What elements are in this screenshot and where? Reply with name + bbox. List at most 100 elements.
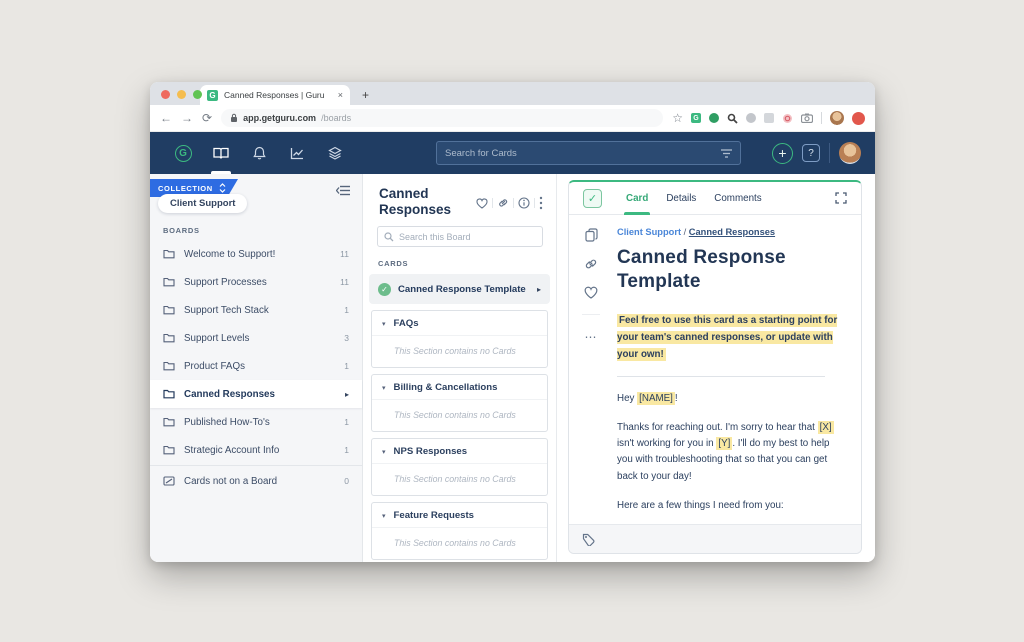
search-extension-icon[interactable] xyxy=(727,113,738,124)
guru-logo[interactable]: G xyxy=(164,132,202,174)
green-extension-icon[interactable] xyxy=(709,113,719,123)
info-icon[interactable] xyxy=(518,197,530,209)
verify-checkbox[interactable]: ✓ xyxy=(583,189,602,208)
folder-icon xyxy=(163,249,175,259)
global-search[interactable] xyxy=(436,141,741,165)
user-avatar[interactable] xyxy=(839,142,861,164)
more-options-icon[interactable]: ⋯ xyxy=(585,330,598,344)
board-count: 1 xyxy=(344,445,349,455)
board-search[interactable] xyxy=(377,226,543,247)
spacer xyxy=(617,485,839,498)
copy-link-icon[interactable] xyxy=(497,197,509,209)
new-tab-button[interactable]: + xyxy=(362,88,369,102)
section-header[interactable]: ▾ FAQs xyxy=(372,311,547,336)
list-intro-line: Here are a few things I need from you: xyxy=(617,498,839,514)
browser-window: G Canned Responses | Guru × + ← → ⟳ app.… xyxy=(150,82,875,562)
analytics-chart-icon[interactable] xyxy=(278,132,316,174)
minimize-window-button[interactable] xyxy=(177,90,186,99)
folder-icon xyxy=(163,445,175,455)
card-container: ✓ Card Details Comments ⋯ xyxy=(568,180,862,554)
global-search-input[interactable] xyxy=(445,148,721,159)
url-host: app.getguru.com xyxy=(243,113,316,123)
section-feature-requests: ▾ Feature Requests This Section contains… xyxy=(371,502,548,560)
toolbar-divider xyxy=(821,112,822,124)
gray-square-extension-icon[interactable] xyxy=(764,113,774,123)
profile-badge[interactable] xyxy=(852,112,865,125)
tag-icon[interactable] xyxy=(582,533,595,546)
back-icon[interactable]: ← xyxy=(160,112,172,124)
tab-card[interactable]: Card xyxy=(626,182,648,215)
folder-icon xyxy=(163,389,175,399)
card-detail-panel: ✓ Card Details Comments ⋯ xyxy=(557,174,875,562)
search-filter-icon[interactable] xyxy=(721,149,732,158)
create-card-button[interactable]: + xyxy=(772,143,793,164)
board-count: 11 xyxy=(340,249,349,259)
tab-details[interactable]: Details xyxy=(666,182,696,215)
tab-title: Canned Responses | Guru xyxy=(224,90,332,100)
zoom-window-button[interactable] xyxy=(193,90,202,99)
camera-extension-icon[interactable] xyxy=(801,113,813,123)
notifications-bell-icon[interactable] xyxy=(240,132,278,174)
collection-pill[interactable]: Client Support xyxy=(158,194,247,213)
sidebar-item-canned-responses[interactable]: Canned Responses ▸ xyxy=(150,380,362,408)
sidebar-item-support-processes[interactable]: Support Processes 11 xyxy=(150,268,362,296)
chevron-down-icon: ▾ xyxy=(382,512,386,520)
toolbar-avatar[interactable] xyxy=(830,111,844,125)
boards-nav-icon[interactable] xyxy=(202,132,240,174)
kebab-menu-icon[interactable] xyxy=(539,196,543,210)
guru-favicon: G xyxy=(207,90,218,101)
sidebar-item-welcome-to-support[interactable]: Welcome to Support! 11 xyxy=(150,240,362,268)
board-actions xyxy=(476,186,543,217)
lock-icon xyxy=(230,113,238,123)
gray-dot-extension-icon[interactable] xyxy=(746,113,756,123)
highlighted-text: [Y] xyxy=(716,437,732,450)
folder-icon xyxy=(163,417,175,427)
favorite-heart-icon[interactable] xyxy=(584,286,598,299)
sidebar-item-support-tech-stack[interactable]: Support Tech Stack 1 xyxy=(150,296,362,324)
favorite-heart-icon[interactable] xyxy=(476,198,488,209)
browser-tab[interactable]: G Canned Responses | Guru × xyxy=(200,85,350,105)
board-search-input[interactable] xyxy=(399,232,536,242)
browser-tab-strip: G Canned Responses | Guru × + xyxy=(150,82,875,105)
section-header[interactable]: ▾ Feature Requests xyxy=(372,503,547,528)
sidebar-item-published-how-tos[interactable]: Published How-To's 1 xyxy=(150,408,362,436)
url-field[interactable]: app.getguru.com/boards xyxy=(221,109,663,127)
section-header[interactable]: ▾ NPS Responses xyxy=(372,439,547,464)
copy-link-icon[interactable] xyxy=(584,257,598,271)
tab-close-icon[interactable]: × xyxy=(338,90,343,100)
boards-section-label: BOARDS xyxy=(163,226,200,235)
pink-extension-icon[interactable] xyxy=(782,113,793,124)
forward-icon[interactable]: → xyxy=(181,112,193,124)
sidebar-item-support-levels[interactable]: Support Levels 3 xyxy=(150,324,362,352)
breadcrumb: Client Support / Canned Responses xyxy=(617,227,839,237)
layers-stack-icon[interactable] xyxy=(316,132,354,174)
breadcrumb-collection-link[interactable]: Client Support xyxy=(617,227,681,237)
close-window-button[interactable] xyxy=(161,90,170,99)
card-list-item-canned-response-template[interactable]: ✓ Canned Response Template ▸ xyxy=(369,274,550,304)
bookmark-star-icon[interactable]: ☆ xyxy=(672,112,683,124)
sidebar-item-product-faqs[interactable]: Product FAQs 1 xyxy=(150,352,362,380)
reload-icon[interactable]: ⟳ xyxy=(202,112,212,124)
sidebar-item-strategic-account-info[interactable]: Strategic Account Info 1 xyxy=(150,436,362,464)
browser-extensions: ☆ G xyxy=(672,111,865,125)
duplicate-card-icon[interactable] xyxy=(585,228,598,242)
verified-check-icon: ✓ xyxy=(378,283,391,296)
section-faqs: ▾ FAQs This Section contains no Cards xyxy=(371,310,548,368)
help-button[interactable]: ? xyxy=(802,144,820,162)
board-count: 0 xyxy=(344,476,349,486)
sidebar-item-cards-not-on-board[interactable]: Cards not on a Board 0 xyxy=(150,467,362,495)
section-empty-text: This Section contains no Cards xyxy=(372,336,547,367)
collapse-sidebar-icon[interactable] xyxy=(336,185,350,196)
section-nps-responses: ▾ NPS Responses This Section contains no… xyxy=(371,438,548,496)
card-tab-bar: ✓ Card Details Comments xyxy=(569,182,861,215)
section-header[interactable]: ▾ Billing & Cancellations xyxy=(372,375,547,400)
board-header: Canned Responses xyxy=(363,174,556,217)
chevron-down-icon: ▾ xyxy=(382,320,386,328)
breadcrumb-board-link[interactable]: Canned Responses xyxy=(689,227,775,237)
board-count: 11 xyxy=(340,277,349,287)
section-empty-text: This Section contains no Cards xyxy=(372,400,547,431)
collection-sidebar: COLLECTION Client Support BOARDS Welcome… xyxy=(150,174,363,562)
expand-fullscreen-icon[interactable] xyxy=(835,192,847,204)
guru-extension-icon[interactable]: G xyxy=(691,113,701,123)
tab-comments[interactable]: Comments xyxy=(714,182,761,215)
